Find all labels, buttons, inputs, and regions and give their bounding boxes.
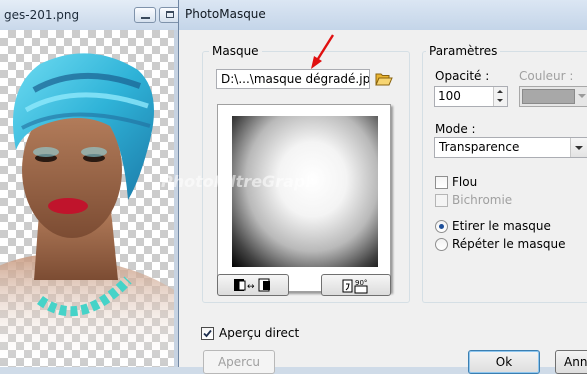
repeter-radio[interactable] (435, 238, 448, 251)
folder-open-icon[interactable] (375, 70, 393, 88)
radio-selected-dot (439, 224, 444, 229)
rotate-mask-button[interactable]: 90° (321, 274, 391, 296)
repeter-label: Répéter le masque (452, 237, 566, 251)
etirer-radio[interactable] (435, 220, 448, 233)
invert-mask-icon: ↔ (234, 278, 270, 292)
rotate-90-icon: 90° (342, 279, 368, 294)
invert-mask-button[interactable]: ↔ (217, 274, 289, 296)
opacite-value: 100 (438, 89, 461, 103)
dialog-titlebar: PhotoMasque (179, 0, 587, 31)
opacite-spin-arrows[interactable] (493, 87, 507, 106)
chevron-down-icon (575, 146, 583, 150)
bichromie-checkbox[interactable] (435, 194, 448, 207)
spin-up-icon (497, 90, 503, 93)
mode-label: Mode : (435, 122, 476, 136)
ok-button[interactable]: Ok (468, 350, 540, 374)
minimize-button[interactable] (134, 7, 156, 23)
chevron-down-icon (578, 94, 586, 98)
image-window: ges-201.png (0, 0, 181, 367)
watermark-text: PhotoFiltreGraphic (161, 172, 309, 191)
checkmark-icon (203, 329, 212, 338)
annuler-button[interactable]: Ann (555, 350, 587, 374)
apercu-direct-label: Aperçu direct (219, 326, 300, 340)
apercu-button[interactable]: Apercu (203, 350, 275, 374)
couleur-swatch (522, 89, 575, 104)
mode-select[interactable]: Transparence (434, 137, 587, 158)
couleur-picker[interactable] (519, 86, 587, 107)
mode-dropdown-button[interactable] (570, 138, 587, 157)
mode-value: Transparence (439, 140, 520, 154)
mask-gradient-image (232, 116, 378, 267)
portrait-image (0, 53, 174, 367)
dialog-body: Masque D:\...\masque dégradé.jpg ↔ 90° P… (161, 30, 587, 374)
bichromie-label: Bichromie (452, 193, 513, 207)
photomasque-dialog: PhotoMasque Masque D:\...\masque dégradé… (161, 0, 587, 374)
flou-checkbox[interactable] (435, 176, 448, 189)
image-window-title: ges-201.png (4, 8, 80, 22)
opacite-label: Opacité : (435, 69, 490, 83)
dialog-title: PhotoMasque (185, 7, 266, 21)
flou-label: Flou (452, 175, 478, 189)
etirer-label: Etirer le masque (452, 219, 551, 233)
svg-text:↔: ↔ (247, 282, 255, 292)
image-window-titlebar: ges-201.png (0, 0, 181, 30)
image-canvas[interactable] (0, 30, 174, 367)
parametres-group-title: Paramètres (426, 44, 501, 58)
mask-preview (217, 104, 391, 292)
apercu-direct-checkbox[interactable] (201, 327, 214, 340)
minimize-icon (141, 17, 150, 19)
annotation-arrow-icon (311, 34, 335, 69)
spin-down-icon (497, 99, 503, 102)
couleur-label: Couleur : (519, 69, 574, 83)
mask-file-field[interactable]: D:\...\masque dégradé.jpg (216, 69, 370, 89)
masque-group-title: Masque (209, 44, 262, 58)
maximize-icon (166, 11, 174, 18)
opacite-spinner[interactable]: 100 (434, 86, 508, 107)
